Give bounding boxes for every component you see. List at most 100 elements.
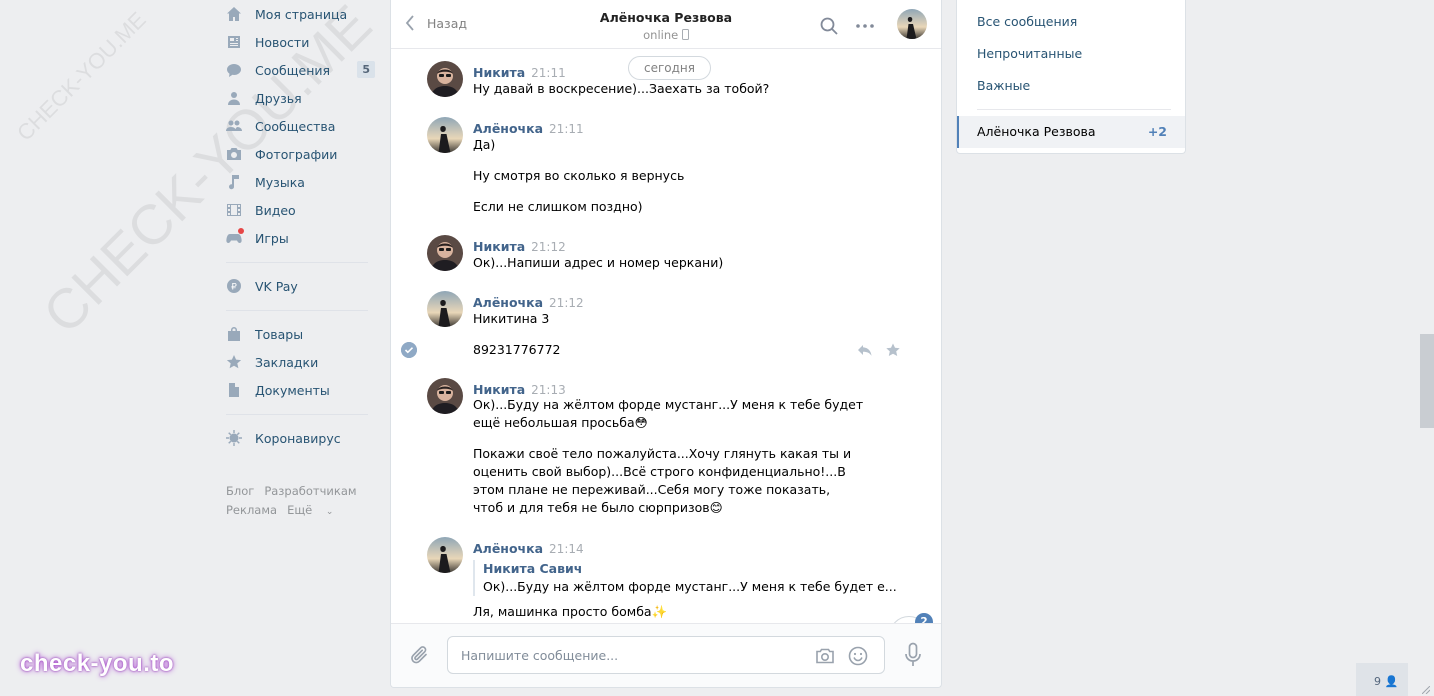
vkpay-icon: ₽ [226, 278, 242, 294]
sidebar-item-coronavirus[interactable]: Коронавирус [224, 424, 370, 452]
sidebar-item-label: Музыка [255, 174, 305, 190]
quoted-reply[interactable]: Никита Савич Ок)...Буду на жёлтом форде … [473, 560, 897, 596]
footer-more-link[interactable]: Ещё ⌄ [287, 503, 343, 517]
sidebar-item-documents[interactable]: Документы [224, 376, 370, 404]
sidebar-item-goods[interactable]: Товары [224, 320, 370, 348]
divider [226, 262, 368, 263]
sidebar-item-vkpay[interactable]: ₽ VK Pay [224, 272, 370, 300]
mobile-icon [681, 29, 689, 40]
avatar[interactable] [427, 117, 463, 153]
sidebar-item-label: Сообщества [255, 118, 336, 134]
sidebar-item-label: Новости [255, 34, 310, 50]
message-text: Ок)...Буду на жёлтом форде мустанг...У м… [473, 397, 864, 430]
footer-ads-link[interactable]: Реклама [226, 503, 277, 517]
peer-status-text: online [643, 28, 679, 42]
message-filters-panel: Все сообщения Непрочитанные Важные Алёно… [956, 0, 1186, 154]
filter-important[interactable]: Важные [977, 78, 1030, 93]
conversation-new-count: +2 [1147, 124, 1167, 139]
message-input-box[interactable] [447, 636, 885, 674]
message-header: Никита 21:11 [473, 65, 566, 80]
footer-links: Блог Разработчикам Реклама Ещё ⌄ [226, 482, 367, 522]
message-time[interactable]: 21:12 [531, 240, 566, 254]
author-name[interactable]: Алёночка [473, 121, 543, 136]
author-name[interactable]: Никита [473, 382, 525, 397]
message-time[interactable]: 21:12 [549, 296, 584, 310]
peer-avatar[interactable] [897, 9, 927, 39]
message-text: Ля, машинка просто бомба✨ [473, 604, 668, 619]
filter-unread[interactable]: Непрочитанные [977, 46, 1082, 61]
sidebar-item-label: Закладки [255, 354, 319, 370]
sidebar-item-label: Моя страница [255, 6, 348, 22]
message-header: Алёночка 21:14 [473, 541, 584, 556]
message-time[interactable]: 21:14 [549, 542, 584, 556]
author-name[interactable]: Никита [473, 65, 525, 80]
sidebar-item-messages[interactable]: Сообщения 5 [224, 56, 375, 84]
friends-icon [226, 90, 242, 106]
divider [226, 414, 368, 415]
avatar[interactable] [427, 537, 463, 573]
footer-more-label: Ещё [287, 503, 313, 517]
footer-blog-link[interactable]: Блог [226, 484, 254, 498]
games-icon [226, 228, 244, 246]
message-time[interactable]: 21:11 [531, 66, 566, 80]
sidebar-item-photos[interactable]: Фотографии [224, 140, 370, 168]
author-name[interactable]: Алёночка [473, 295, 543, 310]
more-icon[interactable] [855, 16, 875, 36]
star-icon [226, 354, 242, 370]
camera-icon[interactable] [814, 645, 836, 667]
sidebar-item-label: Документы [255, 382, 330, 398]
search-icon[interactable] [819, 16, 839, 36]
message-text-selected[interactable]: 89231776772 [473, 341, 863, 359]
communities-icon [226, 118, 242, 134]
message-input[interactable] [461, 637, 821, 673]
divider [226, 310, 368, 311]
sidebar-item-label: Друзья [255, 90, 302, 106]
sidebar-item-bookmarks[interactable]: Закладки [224, 348, 370, 376]
attach-icon[interactable] [409, 644, 431, 666]
sidebar-item-communities[interactable]: Сообщества [224, 112, 370, 140]
selected-check-icon[interactable] [401, 342, 417, 358]
reply-icon[interactable] [857, 342, 873, 358]
message-text: Да) [473, 137, 496, 152]
message-time[interactable]: 21:11 [549, 122, 584, 136]
page-scrollbar[interactable] [1420, 334, 1434, 428]
sidebar-item-news[interactable]: Новости [224, 28, 370, 56]
quoted-author[interactable]: Никита Савич [483, 560, 863, 578]
message-time[interactable]: 21:13 [531, 383, 566, 397]
bag-icon [226, 326, 242, 342]
sidebar-item-label: VK Pay [255, 278, 298, 294]
message-text: Никитина 3 [473, 311, 550, 326]
sidebar-item-label: Товары [255, 326, 304, 342]
author-name[interactable]: Никита [473, 239, 525, 254]
sidebar-item-my-page[interactable]: Моя страница [224, 0, 370, 28]
person-icon: 👤 [1384, 675, 1399, 688]
messages-count-badge: 5 [357, 61, 375, 78]
avatar[interactable] [427, 378, 463, 414]
virus-icon [226, 430, 242, 446]
conversation-name: Алёночка Резвова [977, 124, 1096, 139]
avatar[interactable] [427, 235, 463, 271]
message-text: Если не слишком поздно) [473, 199, 643, 214]
avatar[interactable] [427, 291, 463, 327]
divider [977, 109, 1171, 110]
avatar[interactable] [427, 61, 463, 97]
star-icon[interactable] [885, 342, 901, 358]
sidebar-item-video[interactable]: Видео [224, 196, 370, 224]
sidebar-item-music[interactable]: Музыка [224, 168, 370, 196]
emoji-icon[interactable] [847, 645, 869, 667]
filter-all-messages[interactable]: Все сообщения [977, 14, 1077, 29]
active-conversation-item[interactable]: Алёночка Резвова +2 [957, 116, 1185, 148]
sidebar-item-label: Сообщения [255, 62, 331, 78]
sidebar-item-friends[interactable]: Друзья [224, 84, 370, 112]
watermark-small: CHECK-YOU.ME [12, 6, 151, 146]
video-icon [226, 202, 242, 218]
footer-dev-link[interactable]: Разработчикам [264, 484, 356, 498]
sidebar-item-games[interactable]: Игры [224, 224, 370, 252]
author-name[interactable]: Алёночка [473, 541, 543, 556]
online-friends-counter[interactable]: 9 👤 [1356, 663, 1408, 696]
camera-icon [226, 146, 242, 162]
resize-grip-icon [1422, 686, 1430, 694]
microphone-icon[interactable] [903, 642, 923, 668]
chat-panel: Назад Алёночка Резвова online Никита 21:1… [390, 0, 942, 688]
brand-watermark: check-you.to [20, 650, 175, 677]
